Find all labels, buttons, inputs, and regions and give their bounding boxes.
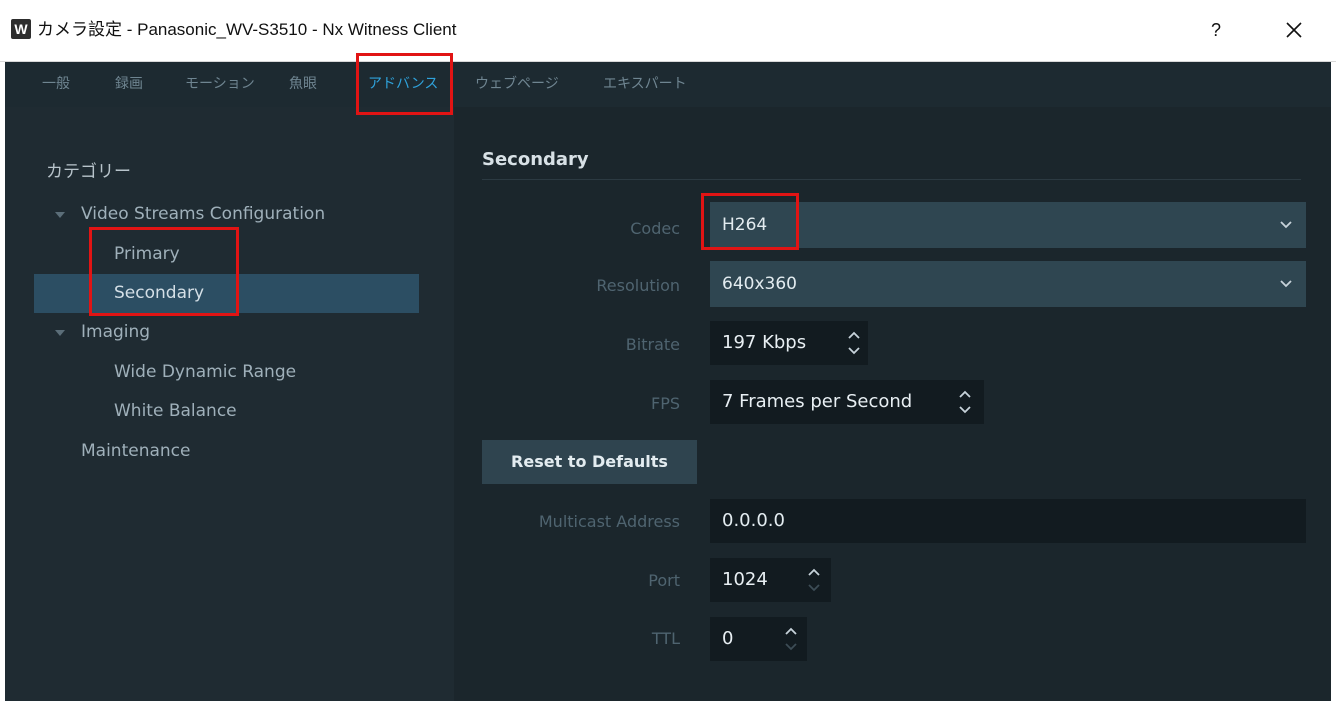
tree-item-primary[interactable]: Primary [114,244,180,264]
port-value: 1024 [722,569,768,590]
fps-spinbox[interactable]: 7 Frames per Second [710,380,984,424]
bitrate-label: Bitrate [625,335,680,354]
port-label: Port [648,571,680,590]
ttl-label: TTL [651,629,680,648]
expand-arrow-icon[interactable] [55,330,65,336]
reset-to-defaults-button[interactable]: Reset to Defaults [482,440,697,484]
tab-web-page[interactable]: ウェブページ [475,62,559,107]
spin-arrows-icon[interactable] [846,327,862,359]
codec-label: Codec [630,219,680,238]
tree-item-wide-dynamic-range[interactable]: Wide Dynamic Range [114,362,296,382]
close-button[interactable] [1274,14,1314,46]
tab-advanced[interactable]: アドバンス [368,62,438,107]
resolution-select[interactable]: 640x360 [710,261,1306,307]
tree-item-white-balance[interactable]: White Balance [114,401,237,421]
help-button[interactable]: ? [1196,14,1236,46]
resolution-value: 640x360 [722,274,797,294]
ttl-spinbox[interactable]: 0 [710,617,807,661]
ttl-value: 0 [722,628,734,649]
bitrate-spinbox[interactable]: 197 Kbps [710,321,868,365]
tree-item-imaging[interactable]: Imaging [81,322,150,342]
codec-select[interactable]: H264 [710,202,1306,248]
tree-selection-highlight [34,274,419,313]
multicast-address-input[interactable]: 0.0.0.0 [710,499,1306,543]
tree-item-video-streams-configuration[interactable]: Video Streams Configuration [81,204,325,224]
chevron-down-icon [1280,280,1292,288]
section-title: Secondary [482,149,589,170]
chevron-down-icon [1280,221,1292,229]
title-bar: W カメラ設定 - Panasonic_WV-S3510 - Nx Witnes… [0,0,1336,62]
port-spinbox[interactable]: 1024 [710,558,831,602]
fps-label: FPS [650,394,680,413]
codec-value: H264 [722,215,768,235]
tab-expert[interactable]: エキスパート [603,62,687,107]
expand-arrow-icon[interactable] [55,212,65,218]
close-icon [1286,22,1302,38]
spin-arrows-icon[interactable] [783,623,799,655]
settings-tab-bar: 一般 録画 モーション 魚眼 アドバンス ウェブページ エキスパート [5,62,1331,107]
window-title: カメラ設定 - Panasonic_WV-S3510 - Nx Witness … [37,20,457,39]
fps-value: 7 Frames per Second [722,391,913,412]
section-divider [482,179,1301,180]
multicast-address-value: 0.0.0.0 [722,510,785,531]
spin-arrows-icon[interactable] [806,564,822,596]
tab-motion[interactable]: モーション [185,62,255,107]
category-title: カテゴリー [46,162,131,182]
tab-fisheye[interactable]: 魚眼 [289,62,317,107]
tree-item-secondary[interactable]: Secondary [114,283,204,303]
tab-recording[interactable]: 録画 [115,62,143,107]
tab-general[interactable]: 一般 [42,62,70,107]
resolution-label: Resolution [596,276,680,295]
multicast-address-label: Multicast Address [538,512,680,531]
tree-item-maintenance[interactable]: Maintenance [81,441,190,461]
bitrate-value: 197 Kbps [722,332,807,353]
spin-arrows-icon[interactable] [957,386,973,418]
app-logo-icon: W [11,19,31,39]
